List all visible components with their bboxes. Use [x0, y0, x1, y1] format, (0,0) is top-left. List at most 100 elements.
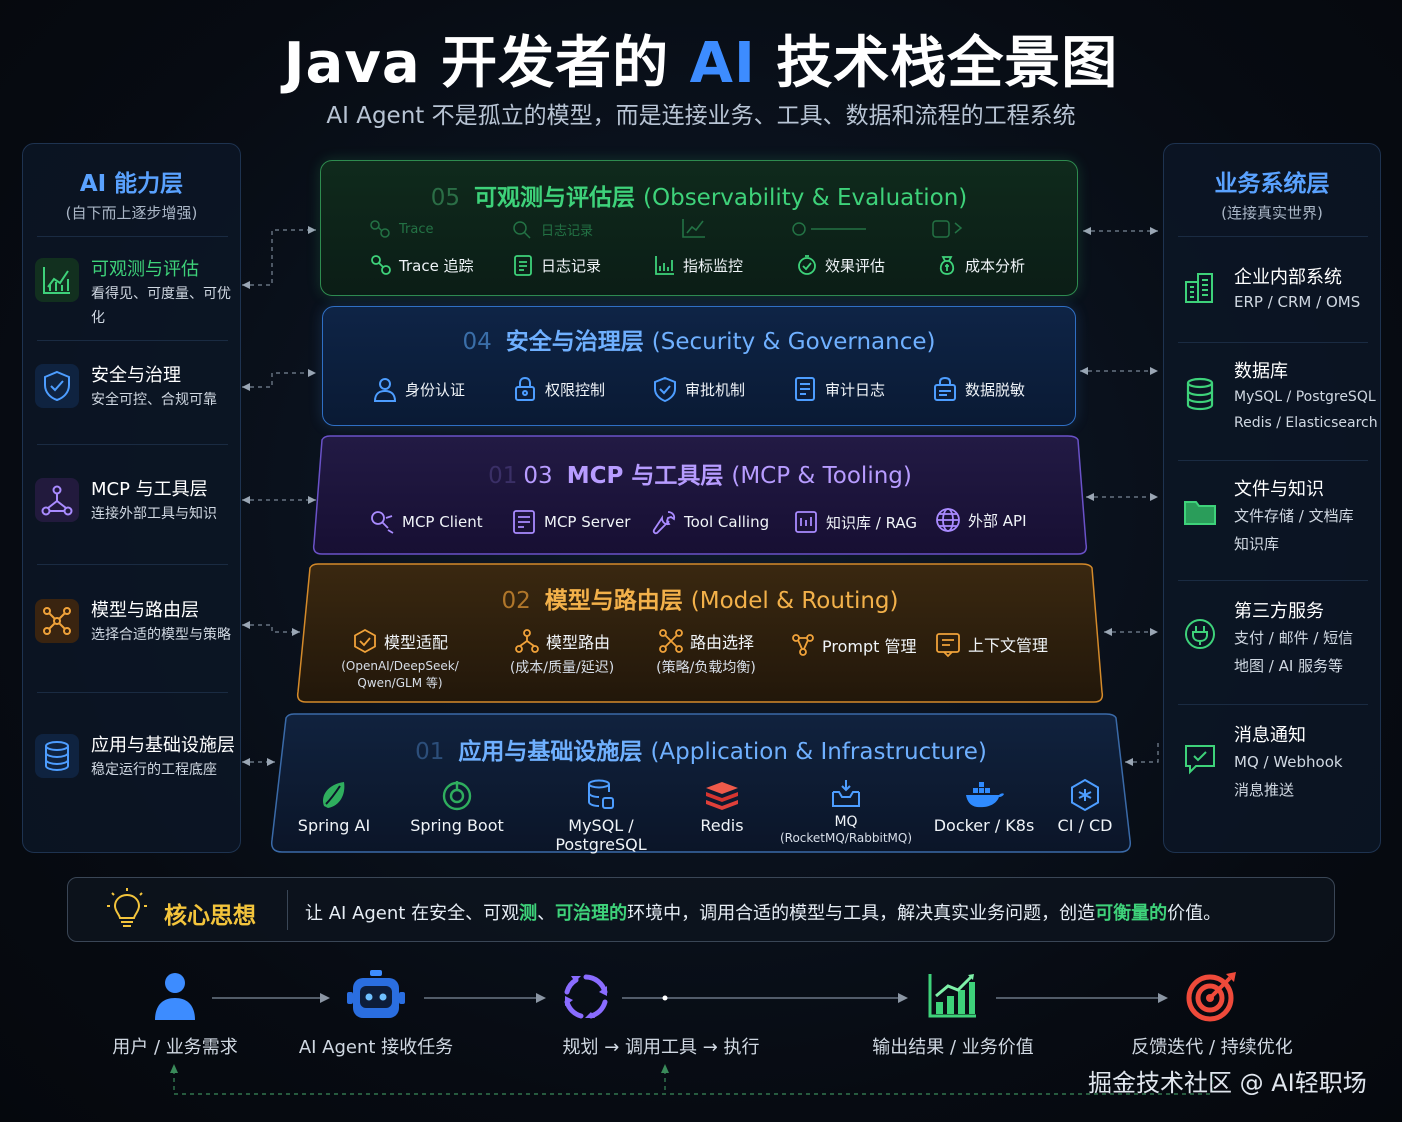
hexagon-check-icon	[354, 628, 376, 654]
layer-05-item-trace[interactable]: Trace 追踪	[369, 253, 474, 277]
core-divider	[287, 890, 288, 930]
layer-02-item-route-select[interactable]: 路由选择 (策略/负载均衡)	[636, 628, 776, 677]
right-panel: 业务系统层 (连接真实世界) 企业内部系统 ERP / CRM / OMS 数据库…	[1163, 143, 1381, 853]
layer-02-item-prompt[interactable]: Prompt 管理	[790, 632, 917, 658]
inbox-icon	[832, 780, 860, 807]
left-item-mcp[interactable]: MCP 与工具层 连接外部工具与知识	[35, 478, 217, 526]
right-item-messaging[interactable]: 消息通知 MQ / Webhook 消息推送	[1178, 724, 1343, 804]
database-icon	[35, 734, 79, 778]
growth-chart-icon	[926, 972, 978, 1024]
right-panel-subtitle: (连接真实世界)	[1221, 204, 1323, 222]
document-icon	[514, 255, 532, 276]
flow-step-agent: AI Agent 接收任务	[298, 1037, 454, 1058]
right-item-database[interactable]: 数据库 MySQL / PostgreSQL Redis / Elasticsea…	[1178, 360, 1378, 436]
layer-04-item-permission[interactable]: 权限控制	[511, 375, 605, 403]
routing-icon	[35, 599, 79, 643]
watermark: 掘金技术社区 @ AI轻职场	[1088, 1069, 1367, 1097]
left-item-observability[interactable]: 可观测与评估 看得见、可度量、可优化	[35, 258, 240, 330]
right-item-files[interactable]: 文件与知识 文件存储 / 文档库 知识库	[1178, 478, 1354, 558]
money-bag-icon	[939, 256, 955, 275]
layer-02-item-model-routing[interactable]: 模型路由 (成本/质量/延迟)	[492, 628, 632, 677]
flow-step-output: 输出结果 / 业务价值	[872, 1037, 1034, 1058]
left-item-model-routing[interactable]: 模型与路由层 选择合适的模型与策略	[35, 599, 231, 647]
ghost-metrics	[681, 217, 707, 239]
layer-02-title: 02 模型与路由层 (Model & Routing)	[501, 588, 899, 614]
mcp-client-icon	[371, 511, 394, 534]
layer-03-item-tool-calling[interactable]: Tool Calling	[650, 508, 769, 536]
metrics-icon	[655, 256, 674, 275]
layer-01-item-database[interactable]: MySQL / PostgreSQL	[522, 778, 680, 854]
wrench-icon	[652, 511, 676, 535]
power-icon	[442, 781, 472, 811]
layer-01-item-mq[interactable]: MQ (RocketMQ/RabbitMQ)	[772, 778, 920, 847]
chart-icon	[35, 258, 79, 302]
layer-02-item-context[interactable]: 上下文管理	[934, 630, 1048, 658]
network-icon	[35, 478, 79, 522]
left-item-infrastructure[interactable]: 应用与基础设施层 稳定运行的工程底座	[35, 734, 235, 782]
core-idea-text: 让 AI Agent 在安全、可观测、可治理的环境中，调用合适的模型与工具，解决…	[305, 903, 1222, 924]
layer-04-item-masking[interactable]: 数据脱敏	[931, 375, 1025, 403]
layer-02-model: 02 模型与路由层 (Model & Routing) 模型适配 (OpenAI/…	[294, 562, 1106, 706]
layer-01-item-docker[interactable]: Docker / K8s	[928, 778, 1040, 835]
lock-icon	[515, 376, 535, 401]
layer-01-item-cicd[interactable]: CI / CD	[1042, 778, 1128, 835]
right-item-enterprise[interactable]: 企业内部系统 ERP / CRM / OMS	[1178, 266, 1360, 314]
context-icon	[936, 633, 960, 658]
left-panel-title: AI 能力层	[79, 171, 184, 197]
layer-01-title: 01 应用与基础设施层 (Application & Infrastructure…	[415, 739, 987, 765]
folder-icon	[1178, 490, 1222, 534]
layer-03-mcp: 01 03 MCP 与工具层 (MCP & Tooling) MCP Client …	[310, 434, 1090, 558]
prompt-icon	[792, 634, 814, 656]
layer-05-title: 05 可观测与评估层 (Observability & Evaluation)	[430, 185, 968, 211]
layer-04-item-auth[interactable]: 身份认证	[371, 375, 465, 403]
shield-icon	[35, 364, 79, 408]
redis-icon	[706, 782, 738, 810]
layer-03-item-rag[interactable]: 知识库 / RAG	[792, 508, 917, 536]
lightbulb-icon	[106, 887, 148, 937]
layer-02-item-model-adapt[interactable]: 模型适配 (OpenAI/DeepSeek/ Qwen/GLM 等)	[330, 628, 470, 692]
left-item-security[interactable]: 安全与治理 安全可控、合规可靠	[35, 364, 217, 412]
layer-05-item-cost[interactable]: 成本分析	[935, 253, 1025, 277]
flow-step-user: 用户 / 业务需求	[112, 1037, 238, 1058]
layer-03-title: 01 03 MCP 与工具层 (MCP & Tooling)	[488, 463, 912, 489]
layer-05-item-evaluation[interactable]: 效果评估	[795, 253, 885, 277]
database-icon	[588, 779, 614, 809]
layer-01-item-redis[interactable]: Redis	[682, 778, 762, 835]
building-icon	[1178, 266, 1222, 310]
layer-01-item-spring-ai[interactable]: Spring AI	[284, 778, 384, 835]
left-panel-subtitle: (自下而上逐步增强)	[65, 204, 198, 222]
flow-step-feedback: 反馈迭代 / 持续优化	[1131, 1037, 1293, 1058]
layer-05-item-log[interactable]: 日志记录	[511, 253, 601, 277]
server-icon	[513, 510, 535, 534]
layer-03-item-mcp-server[interactable]: MCP Server	[510, 508, 630, 536]
layer-05-observability: 05 可观测与评估层 (Observability & Evaluation) T…	[320, 160, 1078, 296]
layer-03-item-mcp-client[interactable]: MCP Client	[368, 508, 483, 536]
knowledge-base-icon	[795, 511, 817, 533]
user-icon	[152, 970, 198, 1026]
evaluation-icon	[798, 255, 816, 275]
layer-04-item-audit[interactable]: 审计日志	[791, 375, 885, 403]
cycle-icon	[561, 972, 611, 1026]
layer-01-item-spring-boot[interactable]: Spring Boot	[402, 778, 512, 835]
layer-04-item-approval[interactable]: 审批机制	[651, 375, 745, 403]
page-subtitle: AI Agent 不是孤立的模型，而是连接业务、工具、数据和流程的工程系统	[326, 103, 1076, 129]
right-panel-title: 业务系统层	[1214, 171, 1330, 197]
message-icon	[1178, 736, 1222, 780]
flow-step-plan: 规划 → 调用工具 → 执行	[562, 1037, 760, 1058]
layer-04-security: 04 安全与治理层 (Security & Governance) 身份认证 权限…	[322, 306, 1076, 426]
right-item-third-party[interactable]: 第三方服务 支付 / 邮件 / 短信 地图 / AI 服务等	[1178, 600, 1353, 680]
left-panel: AI 能力层 (自下而上逐步增强) 可观测与评估 看得见、可度量、可优化 安全与治…	[22, 143, 241, 853]
page-title: Java 开发者的 AI 技术栈全景图	[283, 31, 1119, 96]
layer-05-item-metrics[interactable]: 指标监控	[653, 253, 743, 277]
pipeline-hexagon-icon	[1071, 778, 1099, 812]
ghost-evaluation	[791, 219, 871, 239]
layer-01-infrastructure: 01 应用与基础设施层 (Application & Infrastructure…	[268, 712, 1134, 854]
core-idea-title: 核心思想	[164, 903, 256, 929]
target-icon	[1186, 970, 1238, 1026]
robot-icon	[347, 968, 405, 1028]
layer-03-item-external-api[interactable]: 外部 API	[934, 506, 1027, 534]
docker-whale-icon	[966, 782, 1004, 808]
branch-icon	[515, 629, 539, 653]
ghost-cost	[931, 217, 971, 239]
plug-icon	[1178, 612, 1222, 656]
